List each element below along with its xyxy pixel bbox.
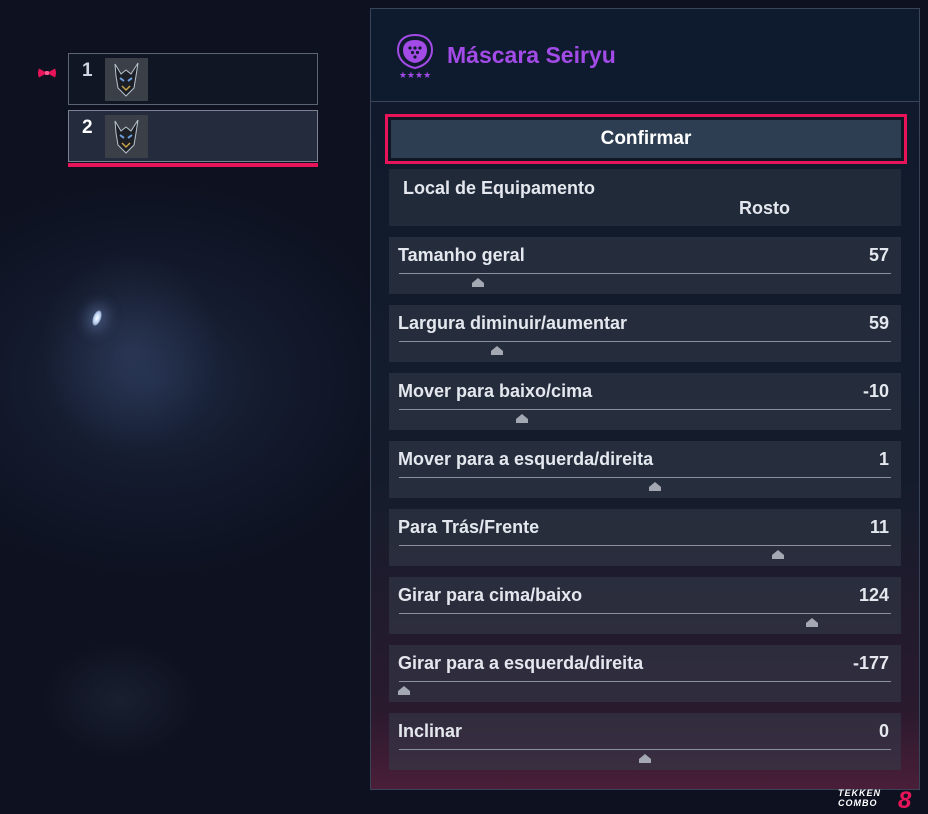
slider-value: 1 [878,449,889,469]
slider-label: Largura diminuir/aumentar [398,313,628,333]
slider-row[interactable]: Mover para a esquerda/direita 1 [389,441,901,498]
slider-label: Girar para a esquerda/direita [398,653,644,673]
slider-handle[interactable] [471,278,484,287]
equip-location-value: Rosto [739,198,790,218]
mask-item-icon: ★★★★ [396,33,434,79]
slider-row[interactable]: Girar para a esquerda/direita -177 [389,645,901,702]
slider-label: Inclinar [398,721,463,741]
tekken-combo-logo: TEKKEN COMBO 8 [838,787,912,810]
equip-location-row[interactable]: Local de Equipamento Rosto [389,169,901,226]
rarity-stars: ★★★★ [399,71,431,79]
slider-track[interactable] [399,477,891,478]
slot-number: 1 [82,60,93,81]
equip-location-label: Local de Equipamento [403,178,596,198]
panel-header: ★★★★ Máscara Seiryu [371,9,919,102]
svg-text:COMBO: COMBO [838,798,878,808]
slider-value: 59 [868,313,889,333]
slider-track[interactable] [399,749,891,750]
item-title: Máscara Seiryu [447,42,616,68]
slider-label: Tamanho geral [398,245,525,265]
slider-handle[interactable] [397,686,410,695]
slider-track[interactable] [399,545,891,546]
slider-value: 57 [868,245,889,265]
slider-handle[interactable] [771,550,784,559]
bow-indicator-icon [38,68,56,78]
slider-row[interactable]: Inclinar 0 [389,713,901,770]
slider-track[interactable] [399,681,891,682]
mask-thumbnail-icon [105,58,148,101]
customization-panel: ★★★★ Máscara Seiryu Confirmar Local de E… [370,8,920,790]
slider-value: 11 [869,517,889,537]
slider-value: 0 [878,721,889,741]
slider-row[interactable]: Largura diminuir/aumentar 59 [389,305,901,362]
slider-track[interactable] [399,409,891,410]
slider-row[interactable]: Girar para cima/baixo 124 [389,577,901,634]
slider-label: Para Trás/Frente [398,517,540,537]
confirm-label: Confirmar [391,120,901,158]
slider-row[interactable]: Tamanho geral 57 [389,237,901,294]
slider-label: Mover para a esquerda/direita [398,449,654,469]
equipment-slots: 1 2 [68,53,318,167]
slider-handle[interactable] [491,346,504,355]
background-glow [40,250,220,450]
background-glow-lower [40,640,200,760]
slider-value: -177 [852,653,889,673]
slider-handle[interactable] [516,414,528,423]
slot-2[interactable]: 2 [68,110,318,167]
slider-row[interactable]: Para Trás/Frente 11 [389,509,901,566]
slider-handle[interactable] [806,618,819,627]
slot-number: 2 [82,117,93,138]
slider-label: Girar para cima/baixo [398,585,583,605]
slider-value: 124 [858,585,889,605]
slider-track[interactable] [399,613,891,614]
slider-track[interactable] [399,273,891,274]
slider-row[interactable]: Mover para baixo/cima -10 [389,373,901,430]
slider-value: -10 [862,381,889,401]
svg-text:8: 8 [898,787,912,810]
confirm-button[interactable]: Confirmar [385,114,907,164]
mask-thumbnail-icon [105,115,148,158]
svg-text:TEKKEN: TEKKEN [838,788,881,798]
slider-handle[interactable] [648,482,661,491]
slider-label: Mover para baixo/cima [398,381,593,401]
slider-handle[interactable] [639,754,651,763]
slider-track[interactable] [399,341,891,342]
slot-1[interactable]: 1 [68,53,318,105]
